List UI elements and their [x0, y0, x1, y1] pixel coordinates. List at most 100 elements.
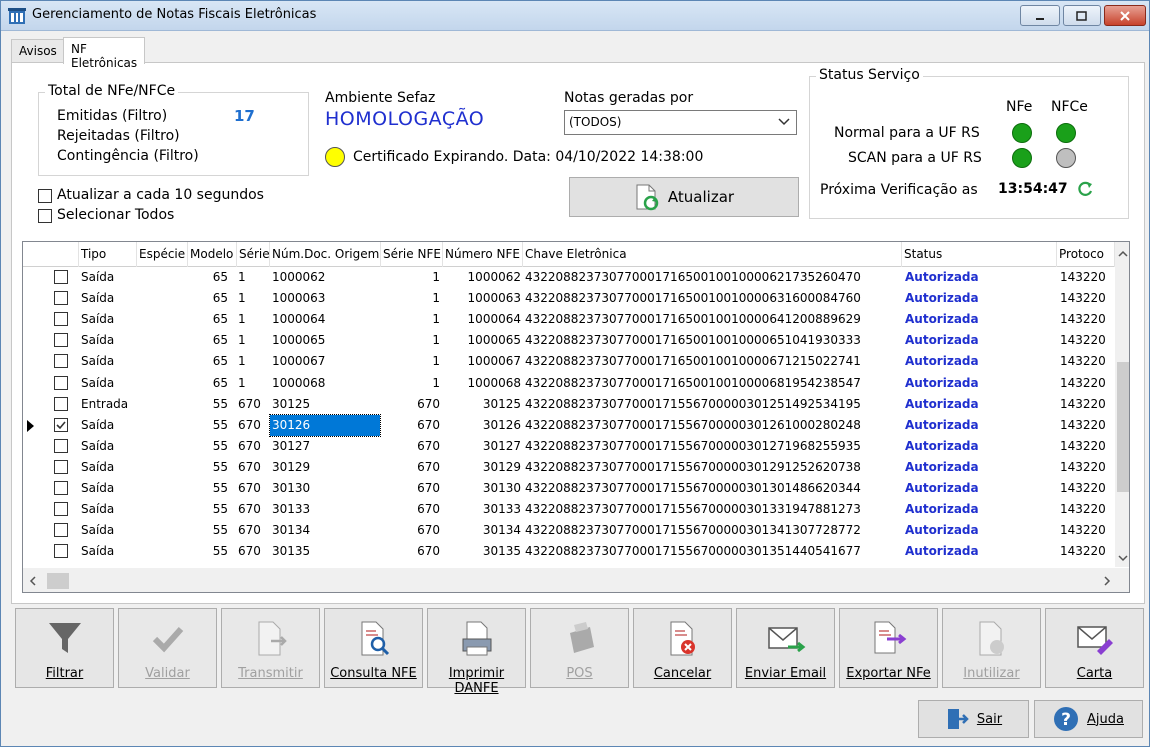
- table-row[interactable]: Saída 65 1 1000063 1 1000063 43220882373077000…: [23, 288, 1115, 309]
- cell-serie[interactable]: 670: [238, 457, 273, 478]
- scroll-left-icon[interactable]: [29, 576, 37, 586]
- cell-numnfe[interactable]: 1000068: [443, 373, 521, 394]
- row-checkbox[interactable]: [54, 459, 68, 474]
- header-numero-nfe[interactable]: Número NFE: [443, 242, 523, 267]
- cell-protocolo[interactable]: 143220: [1060, 415, 1115, 436]
- cell-tipo[interactable]: Saída: [81, 415, 136, 436]
- select-all-checkbox[interactable]: [38, 209, 52, 223]
- cell-status[interactable]: Autorizada: [905, 288, 1055, 309]
- row-checkbox[interactable]: [54, 438, 68, 453]
- table-row[interactable]: Saída 55 670 30130 670 30130 43220882373077000…: [23, 478, 1115, 499]
- inutilizar-button[interactable]: Inutilizar: [942, 608, 1041, 688]
- cell-numdoc[interactable]: 1000067: [272, 351, 372, 372]
- vertical-scroll-thumb[interactable]: [1117, 362, 1129, 492]
- cell-tipo[interactable]: Saída: [81, 541, 136, 562]
- table-row[interactable]: Saída 55 670 30126 670 30126 43220882373077000…: [23, 413, 1115, 437]
- cell-status[interactable]: Autorizada: [905, 267, 1055, 288]
- header-num-doc-origem[interactable]: Núm.Doc. Origem: [270, 242, 381, 267]
- atualizar-button[interactable]: Atualizar: [569, 177, 799, 217]
- header-modelo[interactable]: Modelo: [188, 242, 237, 267]
- cell-chave[interactable]: 4322088237307700017155670000030135144054…: [525, 541, 901, 562]
- cell-serienfe[interactable]: 670: [383, 520, 440, 541]
- cell-especie[interactable]: [139, 478, 186, 499]
- cell-chave[interactable]: 4322088237307700017165001001000067121502…: [525, 351, 901, 372]
- cell-numdoc[interactable]: 1000062: [272, 267, 372, 288]
- cell-serienfe[interactable]: 1: [383, 373, 440, 394]
- scroll-up-icon[interactable]: [1118, 250, 1128, 258]
- cell-protocolo[interactable]: 143220: [1060, 288, 1115, 309]
- table-row[interactable]: Saída 55 670 30133 670 30133 43220882373077000…: [23, 499, 1115, 520]
- enviar-email-button[interactable]: Enviar Email: [736, 608, 835, 688]
- cell-especie[interactable]: [139, 436, 186, 457]
- cell-serie[interactable]: 1: [238, 351, 273, 372]
- tab-avisos[interactable]: Avisos: [11, 39, 65, 63]
- cell-protocolo[interactable]: 143220: [1060, 351, 1115, 372]
- tab-nf-eletronicas[interactable]: NF Eletrônicas: [63, 37, 146, 70]
- cell-serie[interactable]: 670: [238, 499, 273, 520]
- cell-status[interactable]: Autorizada: [905, 309, 1055, 330]
- cell-modelo[interactable]: 65: [188, 267, 228, 288]
- validar-button[interactable]: Validar: [118, 608, 217, 688]
- cell-serie[interactable]: 1: [238, 373, 273, 394]
- row-checkbox[interactable]: [54, 312, 68, 327]
- cell-serienfe[interactable]: 670: [383, 415, 440, 436]
- minimize-button[interactable]: [1020, 5, 1060, 26]
- cell-serienfe[interactable]: 1: [383, 309, 440, 330]
- cell-especie[interactable]: [139, 288, 186, 309]
- table-row[interactable]: Saída 65 1 1000068 1 1000068 43220882373077000…: [23, 373, 1115, 394]
- row-checkbox[interactable]: [54, 354, 68, 369]
- header-serie-nfe[interactable]: Série NFE: [381, 242, 443, 267]
- cell-modelo[interactable]: 55: [188, 541, 228, 562]
- row-checkbox[interactable]: [54, 481, 68, 495]
- cell-protocolo[interactable]: 143220: [1060, 373, 1115, 394]
- cell-chave[interactable]: 4322088237307700017155670000030133194788…: [525, 499, 901, 520]
- pos-button[interactable]: POS: [530, 608, 629, 688]
- table-row[interactable]: Saída 65 1 1000062 1 1000062 43220882373077000…: [23, 267, 1115, 288]
- cell-serie[interactable]: 1: [238, 330, 273, 351]
- row-checkbox[interactable]: [54, 523, 68, 538]
- auto-refresh-checkbox[interactable]: [38, 189, 52, 203]
- cell-status[interactable]: Autorizada: [905, 415, 1055, 436]
- table-row[interactable]: Entrada 55 670 30125 670 30125 432208823730770…: [23, 394, 1115, 415]
- cell-numdoc[interactable]: 30126: [269, 413, 381, 437]
- cell-serienfe[interactable]: 670: [383, 394, 440, 415]
- cell-numnfe[interactable]: 1000062: [443, 267, 521, 288]
- cell-modelo[interactable]: 65: [188, 288, 228, 309]
- cell-numnfe[interactable]: 1000065: [443, 330, 521, 351]
- sair-button[interactable]: Sair: [918, 700, 1029, 738]
- cell-serie[interactable]: 670: [238, 436, 273, 457]
- cell-protocolo[interactable]: 143220: [1060, 267, 1115, 288]
- cell-numnfe[interactable]: 30125: [443, 394, 521, 415]
- cell-serie[interactable]: 1: [238, 309, 273, 330]
- filtrar-button[interactable]: Filtrar: [15, 608, 114, 688]
- cell-numnfe[interactable]: 1000064: [443, 309, 521, 330]
- cell-numnfe[interactable]: 30126: [443, 415, 521, 436]
- cell-status[interactable]: Autorizada: [905, 499, 1055, 520]
- cell-numdoc[interactable]: 1000063: [272, 288, 372, 309]
- cell-protocolo[interactable]: 143220: [1060, 436, 1115, 457]
- row-checkbox[interactable]: [54, 375, 68, 390]
- cell-modelo[interactable]: 65: [188, 309, 228, 330]
- cell-status[interactable]: Autorizada: [905, 436, 1055, 457]
- cell-tipo[interactable]: Saída: [81, 373, 136, 394]
- cell-serie[interactable]: 1: [238, 267, 273, 288]
- cell-serienfe[interactable]: 1: [383, 267, 440, 288]
- cell-modelo[interactable]: 55: [188, 394, 228, 415]
- cell-serienfe[interactable]: 1: [383, 351, 440, 372]
- maximize-button[interactable]: [1063, 5, 1101, 26]
- horizontal-scroll-thumb[interactable]: [47, 573, 69, 589]
- cell-numdoc[interactable]: 1000064: [272, 309, 372, 330]
- scroll-right-icon[interactable]: [1103, 576, 1111, 586]
- cell-numdoc[interactable]: 30134: [272, 520, 372, 541]
- cell-especie[interactable]: [139, 394, 186, 415]
- cell-modelo[interactable]: 65: [188, 373, 228, 394]
- cell-serienfe[interactable]: 1: [383, 288, 440, 309]
- cell-chave[interactable]: 4322088237307700017155670000030125149253…: [525, 394, 901, 415]
- cell-status[interactable]: Autorizada: [905, 520, 1055, 541]
- cell-chave[interactable]: 4322088237307700017165001001000065104193…: [525, 330, 901, 351]
- cell-status[interactable]: Autorizada: [905, 478, 1055, 499]
- cell-numdoc[interactable]: 30133: [272, 499, 372, 520]
- cell-numnfe[interactable]: 30134: [443, 520, 521, 541]
- cell-status[interactable]: Autorizada: [905, 373, 1055, 394]
- cell-numdoc[interactable]: 1000068: [272, 373, 372, 394]
